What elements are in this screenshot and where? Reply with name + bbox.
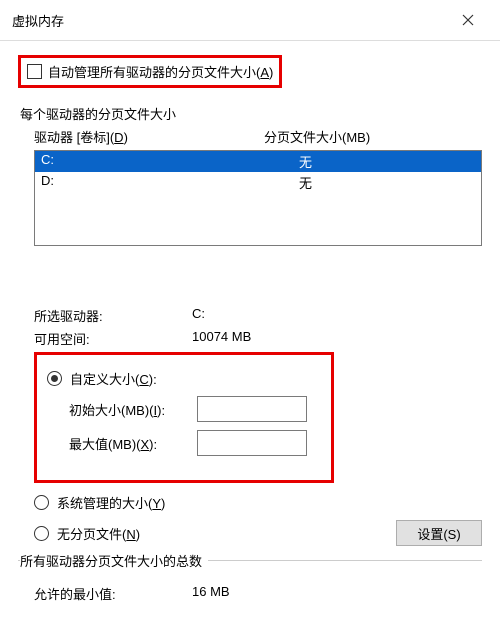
set-button[interactable]: 设置(S) bbox=[396, 520, 482, 546]
other-size-options: 系统管理的大小(Y) 无分页文件(N) 设置(S) bbox=[34, 493, 482, 546]
dialog-content: 自动管理所有驱动器的分页文件大小(A) 每个驱动器的分页文件大小 驱动器 [卷标… bbox=[0, 41, 500, 621]
selected-drive-value: C: bbox=[192, 306, 482, 325]
initial-size-row: 初始大小(MB)(I): bbox=[47, 396, 321, 422]
drive-list-headers: 驱动器 [卷标](D) 分页文件大小(MB) bbox=[34, 127, 482, 146]
auto-manage-label: 自动管理所有驱动器的分页文件大小(A) bbox=[48, 62, 273, 81]
system-managed-radio[interactable] bbox=[34, 495, 49, 510]
min-allowed-label: 允许的最小值: bbox=[34, 584, 192, 603]
max-size-label: 最大值(MB)(X): bbox=[47, 434, 197, 453]
size-cell: 无 bbox=[299, 173, 475, 192]
close-icon bbox=[462, 14, 474, 26]
no-paging-row: 无分页文件(N) 设置(S) bbox=[34, 520, 482, 546]
drive-list[interactable]: C: 无 D: 无 bbox=[34, 150, 482, 246]
max-size-input[interactable] bbox=[197, 430, 307, 456]
system-managed-label: 系统管理的大小(Y) bbox=[57, 493, 165, 512]
selected-drive-row: 所选驱动器: C: bbox=[34, 306, 482, 325]
free-space-label: 可用空间: bbox=[34, 329, 192, 348]
initial-size-input[interactable] bbox=[197, 396, 307, 422]
totals-group: 允许的最小值: 16 MB bbox=[34, 584, 482, 603]
titlebar: 虚拟内存 bbox=[0, 0, 500, 41]
header-drive: 驱动器 [卷标](D) bbox=[34, 127, 264, 146]
custom-size-radio-row[interactable]: 自定义大小(C): bbox=[47, 369, 321, 388]
drive-row-c[interactable]: C: 无 bbox=[35, 151, 481, 172]
drive-group-title: 每个驱动器的分页文件大小 bbox=[20, 104, 482, 123]
initial-size-label: 初始大小(MB)(I): bbox=[47, 400, 197, 419]
drive-cell: D: bbox=[41, 173, 299, 192]
drive-group: 驱动器 [卷标](D) 分页文件大小(MB) C: 无 D: 无 所选驱动器: … bbox=[34, 127, 482, 546]
min-allowed-row: 允许的最小值: 16 MB bbox=[34, 584, 482, 603]
max-size-row: 最大值(MB)(X): bbox=[47, 430, 321, 456]
drive-row-d[interactable]: D: 无 bbox=[35, 172, 481, 193]
free-space-row: 可用空间: 10074 MB bbox=[34, 329, 482, 348]
custom-size-highlight: 自定义大小(C): 初始大小(MB)(I): 最大值(MB)(X): bbox=[34, 352, 334, 483]
header-size: 分页文件大小(MB) bbox=[264, 127, 482, 146]
custom-size-radio[interactable] bbox=[47, 371, 62, 386]
close-button[interactable] bbox=[448, 8, 488, 32]
drive-cell: C: bbox=[41, 152, 299, 171]
size-cell: 无 bbox=[299, 152, 475, 171]
system-managed-radio-row[interactable]: 系统管理的大小(Y) bbox=[34, 493, 482, 512]
totals-separator: 所有驱动器分页文件大小的总数 bbox=[18, 560, 482, 580]
no-paging-radio-row[interactable]: 无分页文件(N) bbox=[34, 524, 140, 543]
no-paging-label: 无分页文件(N) bbox=[57, 524, 140, 543]
totals-title: 所有驱动器分页文件大小的总数 bbox=[20, 551, 208, 570]
free-space-value: 10074 MB bbox=[192, 329, 482, 348]
min-allowed-value: 16 MB bbox=[192, 584, 482, 603]
custom-size-label: 自定义大小(C): bbox=[70, 369, 157, 388]
auto-manage-highlight: 自动管理所有驱动器的分页文件大小(A) bbox=[18, 55, 282, 88]
selected-drive-label: 所选驱动器: bbox=[34, 306, 192, 325]
auto-manage-checkbox[interactable] bbox=[27, 64, 42, 79]
window-title: 虚拟内存 bbox=[12, 11, 64, 30]
no-paging-radio[interactable] bbox=[34, 526, 49, 541]
